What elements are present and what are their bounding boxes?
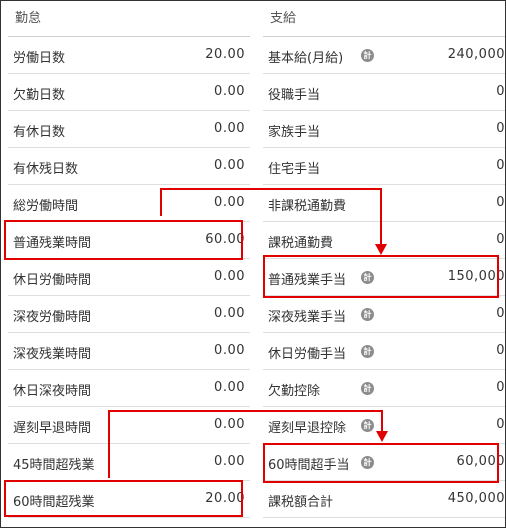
row-label: 課税通勤費 (268, 236, 334, 251)
row-label: 普通残業手当 (268, 273, 347, 288)
row-value: 0 (496, 195, 505, 210)
attendance-row: 60時間超残業 20.00 (8, 481, 250, 518)
row-label: 普通残業時間 (13, 236, 92, 251)
row-label: 45時間超残業 (13, 458, 95, 473)
row-value: 150,000 (447, 269, 505, 284)
calculator-icon[interactable]: 計 (361, 271, 374, 284)
attendance-row: 総労働時間 0.00 (8, 185, 250, 222)
row-value: 60.00 (205, 232, 245, 247)
row-value: 60,000 (456, 454, 505, 469)
row-value: 0 (496, 232, 505, 247)
row-label: 総労働時間 (13, 199, 79, 214)
row-label: 課税額合計 (268, 495, 334, 510)
attendance-column: 勤怠 労働日数 20.00 欠勤日数 0.00 有休日数 0.00 有休残日数 0.00 総労働… (8, 1, 250, 518)
calculator-icon[interactable]: 計 (361, 345, 374, 358)
row-value: 0.00 (214, 84, 245, 99)
payment-row: 非課税通勤費 0 (263, 185, 505, 222)
row-label: 休日労働手当 (268, 347, 347, 362)
row-label: 家族手当 (268, 125, 321, 140)
row-value: 0.00 (214, 158, 245, 173)
row-label: 休日深夜時間 (13, 384, 92, 399)
attendance-row: 有休日数 0.00 (8, 111, 250, 148)
row-value: 0 (496, 306, 505, 321)
row-value: 0.00 (214, 306, 245, 321)
row-label: 欠勤日数 (13, 88, 66, 103)
row-value: 240,000 (447, 47, 505, 62)
row-value: 0.00 (214, 417, 245, 432)
calculator-icon[interactable]: 計 (361, 382, 374, 395)
row-label: 住宅手当 (268, 162, 321, 177)
attendance-row: 深夜残業時間 0.00 (8, 333, 250, 370)
payment-row: 課税通勤費 0 (263, 222, 505, 259)
attendance-row: 普通残業時間 60.00 (8, 222, 250, 259)
payment-row: 役職手当 0 (263, 74, 505, 111)
row-value: 20.00 (205, 47, 245, 62)
row-value: 0.00 (214, 269, 245, 284)
payment-row: 60時間超手当計 60,000 (263, 444, 505, 481)
row-label: 深夜残業時間 (13, 347, 92, 362)
row-label: 欠勤控除 (268, 384, 321, 399)
row-value: 0.00 (214, 343, 245, 358)
attendance-row: 労働日数 20.00 (8, 37, 250, 74)
attendance-row: 深夜労働時間 0.00 (8, 296, 250, 333)
attendance-row: 45時間超残業 0.00 (8, 444, 250, 481)
payment-row: 課税額合計 450,000 (263, 481, 505, 518)
calculator-icon[interactable]: 計 (361, 419, 374, 432)
row-label: 非課税通勤費 (268, 199, 347, 214)
row-value: 450,000 (447, 491, 505, 506)
row-value: 20.00 (205, 491, 245, 506)
row-label: 休日労働時間 (13, 273, 92, 288)
attendance-row: 休日深夜時間 0.00 (8, 370, 250, 407)
calculator-icon[interactable]: 計 (361, 49, 374, 62)
row-value: 0 (496, 84, 505, 99)
payment-row: 住宅手当 0 (263, 148, 505, 185)
row-value: 0 (496, 343, 505, 358)
row-value: 0.00 (214, 454, 245, 469)
payment-row: 遅刻早退控除 計 0 (263, 407, 505, 444)
row-label: 労働日数 (13, 51, 66, 66)
payment-column: 支給 基本給(月給) 計 240,000 役職手当 0 家族手当 0 住宅手当 0 非課税通勤費 0… (263, 1, 505, 518)
row-label: 有休残日数 (13, 162, 79, 177)
attendance-row: 休日労働時間 0.00 (8, 259, 250, 296)
payment-row: 欠勤控除 計 0 (263, 370, 505, 407)
payment-row: 基本給(月給) 計 240,000 (263, 37, 505, 74)
row-label: 有休日数 (13, 125, 66, 140)
row-value: 0.00 (214, 121, 245, 136)
payment-row: 休日労働手当 計 0 (263, 333, 505, 370)
row-value: 0 (496, 417, 505, 432)
row-label: 遅刻早退控除 (268, 421, 347, 436)
row-value: 0 (496, 380, 505, 395)
row-label: 基本給(月給) (268, 51, 344, 66)
row-label: 深夜労働時間 (13, 310, 92, 325)
row-label: 60時間超手当 (268, 458, 350, 473)
attendance-row: 欠勤日数 0.00 (8, 74, 250, 111)
row-value: 0.00 (214, 380, 245, 395)
calculator-icon[interactable]: 計 (361, 456, 374, 469)
payment-row: 家族手当 0 (263, 111, 505, 148)
row-label: 遅刻早退時間 (13, 421, 92, 436)
row-label: 役職手当 (268, 88, 321, 103)
row-value: 0.00 (214, 195, 245, 210)
attendance-row: 遅刻早退時間 0.00 (8, 407, 250, 444)
attendance-header: 勤怠 (8, 1, 250, 37)
attendance-row: 有休残日数 0.00 (8, 148, 250, 185)
row-label: 60時間超残業 (13, 495, 95, 510)
calculator-icon[interactable]: 計 (361, 308, 374, 321)
row-label: 深夜残業手当 (268, 310, 347, 325)
payment-header: 支給 (263, 1, 505, 37)
row-value: 0 (496, 121, 505, 136)
payment-row: 深夜残業手当 計 0 (263, 296, 505, 333)
payment-row: 普通残業手当 計 150,000 (263, 259, 505, 296)
row-value: 0 (496, 158, 505, 173)
payroll-panel: 勤怠 労働日数 20.00 欠勤日数 0.00 有休日数 0.00 有休残日数 0.00 総労働… (0, 0, 506, 528)
